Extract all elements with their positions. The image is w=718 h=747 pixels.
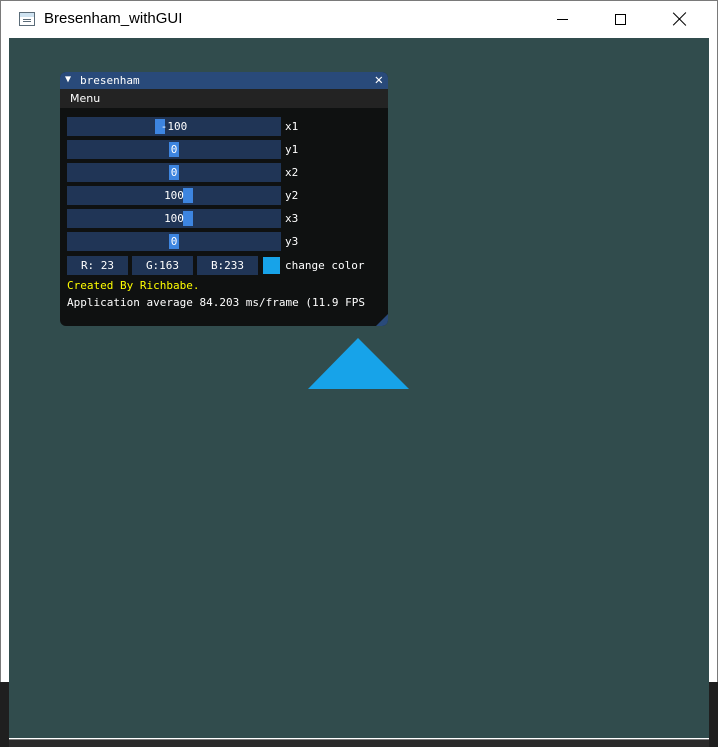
slider-value-x2: 0 [170,166,178,179]
slider-y2[interactable]: 100 [67,186,281,205]
green-field[interactable]: G:163 [132,256,193,275]
slider-y3[interactable]: 0 [67,232,281,251]
slider-row-x3: 100 x3 [67,209,387,228]
change-color-label: change color [285,259,365,272]
slider-value-x1: -100 [160,120,188,133]
slider-value-y2: 100 [164,189,184,202]
rasterized-triangle [308,338,409,389]
blue-field[interactable]: B:233 [197,256,258,275]
slider-row-y3: 0 y3 [67,232,387,251]
slider-row-x2: 0 x2 [67,163,387,182]
slider-row-y2: 100 y2 [67,186,387,205]
background-edge-right [709,682,718,747]
red-value: R: 23 [80,259,115,272]
maximize-button[interactable] [591,1,649,37]
close-icon [673,12,687,26]
slider-y1[interactable]: 0 [67,140,281,159]
menu-button[interactable]: Menu [70,92,100,105]
background-edge-left [0,682,9,747]
red-field[interactable]: R: 23 [67,256,128,275]
color-swatch[interactable] [263,257,280,274]
title-bar[interactable]: Bresenham_withGUI [1,1,717,37]
collapse-arrow-icon[interactable]: ▼ [65,74,71,85]
color-edit-row: R: 23 G:163 B:233 change color [67,256,387,275]
close-window-button[interactable] [651,1,709,37]
slider-row-y1: 0 y1 [67,140,387,159]
panel-title-bar[interactable]: ▼ bresenham ✕ [60,72,388,89]
window-title: Bresenham_withGUI [44,10,183,27]
slider-label-y3: y3 [285,235,299,248]
blue-value: B:233 [210,259,245,272]
slider-label-x3: x3 [285,212,299,225]
minimize-icon [556,18,568,20]
credit-text: Created By Richbabe. [67,279,200,292]
minimize-button[interactable] [533,1,591,37]
slider-label-y1: y1 [285,143,299,156]
slider-value-y3: 0 [170,235,178,248]
slider-row-x1: -100 x1 [67,117,387,136]
green-value: G:163 [145,259,180,272]
bresenham-panel: ▼ bresenham ✕ Menu -100 x1 0 y1 0 x2 100… [60,72,388,326]
slider-x2[interactable]: 0 [67,163,281,182]
app-window-icon [19,12,35,26]
panel-menu-bar: Menu [60,89,388,108]
maximize-icon [614,13,626,25]
slider-value-x3: 100 [164,212,184,225]
slider-x3[interactable]: 100 [67,209,281,228]
performance-text: Application average 84.203 ms/frame (11.… [67,296,366,309]
slider-label-x1: x1 [285,120,299,133]
resize-grip[interactable] [376,314,388,326]
panel-title: bresenham [80,74,140,87]
application-window: Bresenham_withGUI ▼ bresenham ✕ Menu -10… [0,0,718,747]
slider-label-y2: y2 [285,189,299,202]
slider-value-y1: 0 [170,143,178,156]
slider-x1[interactable]: -100 [67,117,281,136]
panel-close-icon[interactable]: ✕ [375,72,383,89]
slider-label-x2: x2 [285,166,299,179]
